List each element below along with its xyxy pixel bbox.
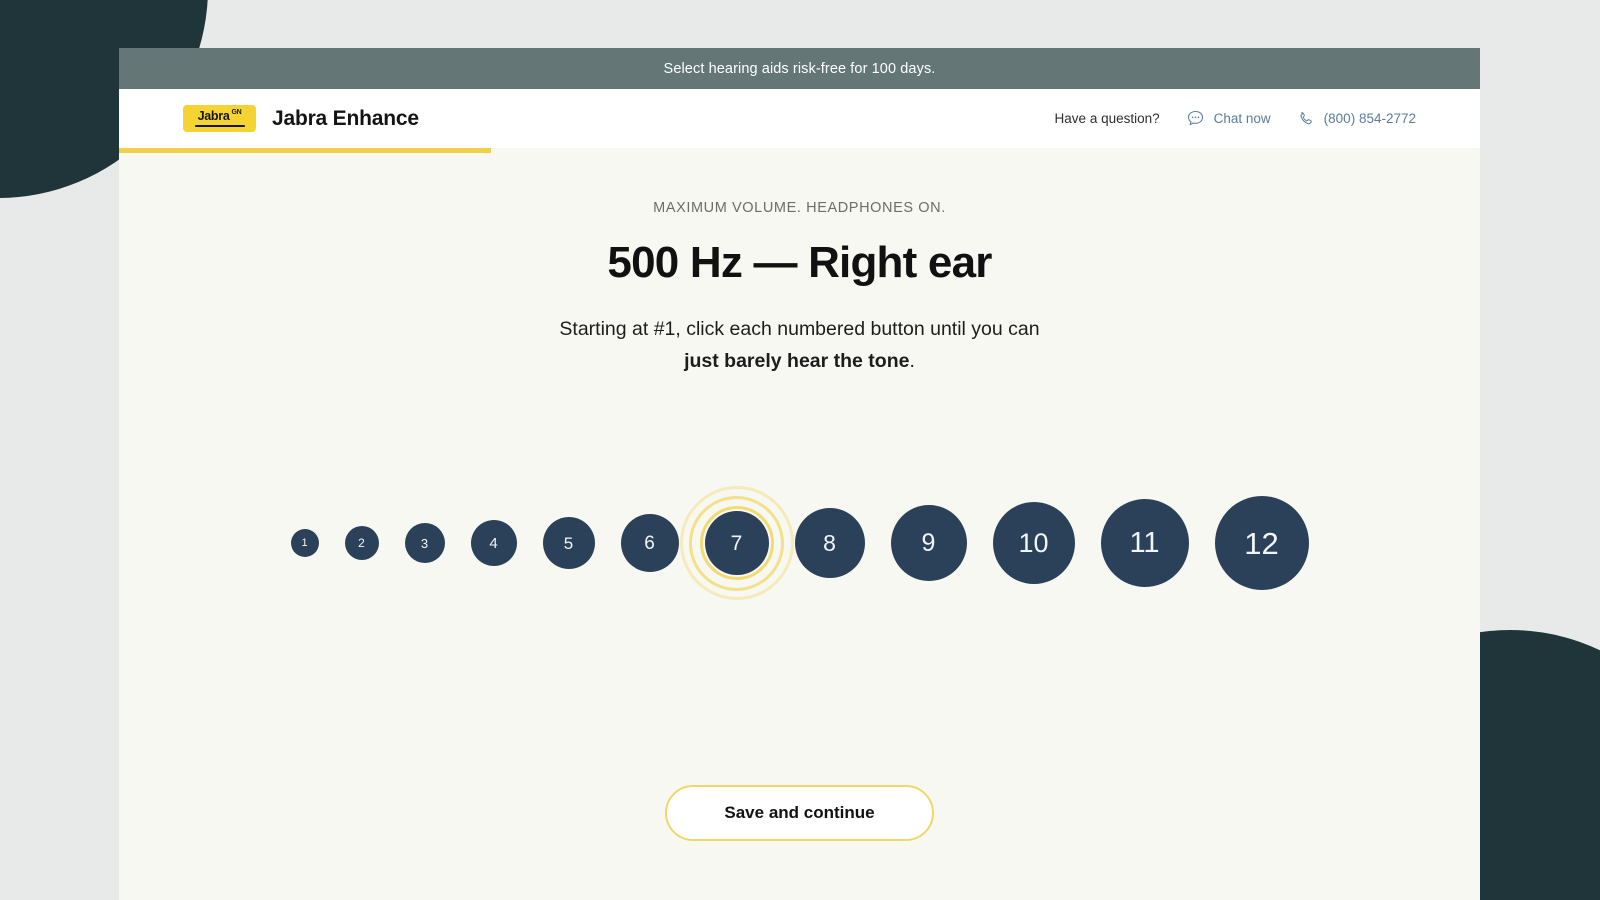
tone-button-slot: 8 bbox=[794, 508, 865, 579]
logo-underline bbox=[194, 124, 245, 127]
tone-button-slot: 1 bbox=[290, 529, 319, 558]
site-header: Jabra GN Jabra Enhance Have a question? bbox=[119, 89, 1480, 148]
tone-button-6[interactable]: 6 bbox=[620, 514, 679, 573]
instructions-period: . bbox=[909, 349, 915, 372]
jabra-logo-icon: Jabra GN bbox=[183, 105, 256, 132]
tone-button-row: 1 2 3 4 5 6 7 8 9 10 11 12 bbox=[290, 463, 1309, 623]
phone-number-label: (800) 854-2772 bbox=[1323, 111, 1416, 126]
tone-button-slot: 12 bbox=[1214, 496, 1309, 591]
chat-bubble-icon bbox=[1186, 109, 1205, 128]
phone-link[interactable]: (800) 854-2772 bbox=[1297, 110, 1416, 128]
header-actions: Have a question? Chat now (800) 854-2772 bbox=[1055, 109, 1416, 128]
tone-button-slot: 3 bbox=[404, 523, 445, 564]
tone-button-5[interactable]: 5 bbox=[542, 517, 595, 570]
tone-button-slot: 7 bbox=[679, 486, 794, 601]
logo-gn-mark: GN bbox=[231, 109, 242, 117]
tone-button-slot: 5 bbox=[542, 517, 595, 570]
tone-button-8[interactable]: 8 bbox=[794, 508, 865, 579]
tone-button-1[interactable]: 1 bbox=[290, 529, 319, 558]
tone-button-4[interactable]: 4 bbox=[470, 520, 517, 567]
instructions-emphasis: just barely hear the tone bbox=[684, 349, 910, 372]
tone-button-9[interactable]: 9 bbox=[890, 505, 967, 582]
tone-button-7[interactable]: 7 bbox=[704, 511, 769, 576]
tone-button-11[interactable]: 11 bbox=[1100, 499, 1189, 588]
tone-button-slot: 6 bbox=[620, 514, 679, 573]
page-title: 500 Hz — Right ear bbox=[607, 238, 992, 287]
tone-button-3[interactable]: 3 bbox=[404, 523, 445, 564]
logo-wordmark: Jabra bbox=[197, 109, 230, 124]
tone-button-12[interactable]: 12 bbox=[1214, 496, 1309, 591]
main-content: MAXIMUM VOLUME. HEADPHONES ON. 500 Hz — … bbox=[119, 153, 1480, 900]
tone-button-slot: 4 bbox=[470, 520, 517, 567]
brand-name: Jabra Enhance bbox=[272, 106, 419, 130]
brand[interactable]: Jabra GN Jabra Enhance bbox=[183, 105, 419, 132]
save-and-continue-button[interactable]: Save and continue bbox=[665, 785, 934, 841]
tone-button-10[interactable]: 10 bbox=[992, 502, 1075, 585]
tone-button-slot: 9 bbox=[890, 505, 967, 582]
tone-button-2[interactable]: 2 bbox=[344, 526, 379, 561]
promo-banner: Select hearing aids risk-free for 100 da… bbox=[119, 48, 1480, 89]
phone-icon bbox=[1297, 110, 1315, 128]
tone-button-slot: 11 bbox=[1100, 499, 1189, 588]
chat-now-label: Chat now bbox=[1213, 111, 1271, 126]
page-card: Select hearing aids risk-free for 100 da… bbox=[119, 48, 1480, 900]
eyebrow-label: MAXIMUM VOLUME. HEADPHONES ON. bbox=[653, 200, 946, 216]
have-a-question-label: Have a question? bbox=[1054, 111, 1160, 126]
tone-button-slot: 10 bbox=[992, 502, 1075, 585]
promo-banner-text: Select hearing aids risk-free for 100 da… bbox=[663, 60, 936, 77]
chat-now-link[interactable]: Chat now bbox=[1186, 109, 1271, 128]
instructions: Starting at #1, click each numbered butt… bbox=[559, 314, 1039, 377]
cta-container: Save and continue bbox=[119, 785, 1480, 841]
instructions-line-1: Starting at #1, click each numbered butt… bbox=[559, 318, 1040, 340]
tone-button-slot: 2 bbox=[344, 526, 379, 561]
